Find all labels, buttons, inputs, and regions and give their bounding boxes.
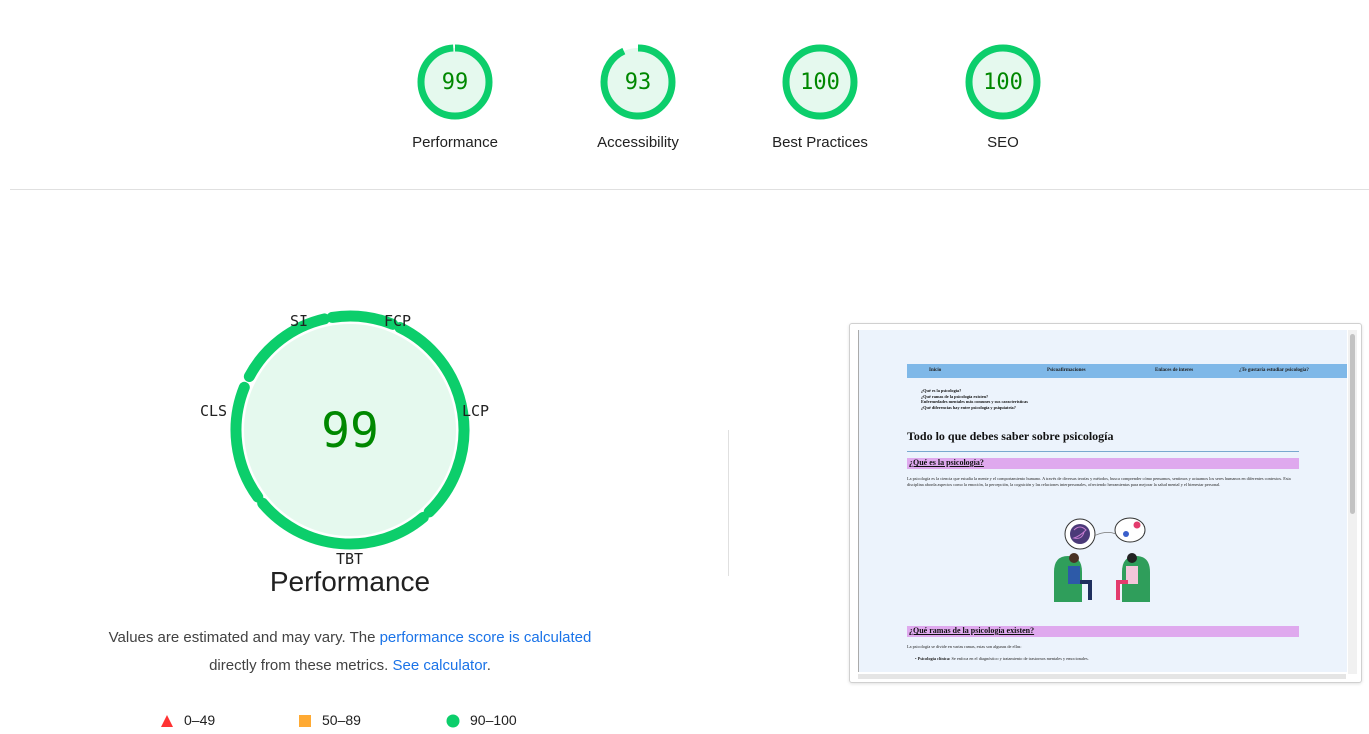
circle-icon: [446, 714, 460, 728]
legend-pass: 90–100: [446, 712, 517, 728]
heading-rule: [907, 451, 1299, 452]
legend-average: 50–89: [298, 712, 361, 728]
performance-gauge: 99 SI FCP LCP TBT CLS: [150, 300, 550, 600]
nav-item: ¿Te gustaría estudiar psicología?: [1239, 368, 1309, 373]
section-title: ¿Qué ramas de la psicología existen?: [909, 626, 1035, 635]
score-calculated-link[interactable]: performance score is calculated: [380, 629, 592, 646]
legend-fail: 0–49: [160, 712, 215, 728]
square-icon: [299, 715, 311, 728]
note-text: directly from these metrics.: [209, 657, 393, 674]
nav-item: Inicio: [929, 368, 942, 373]
score-ring: 93: [600, 44, 676, 120]
score-value: 100: [800, 70, 840, 95]
score-ring: 99: [417, 44, 493, 120]
toc-link: ¿Qué diferencias hay entre psicología y …: [921, 404, 1016, 410]
section-bar: ¿Qué es la psicología?: [907, 458, 1299, 469]
vertical-divider: [728, 430, 729, 576]
legend-range: 0–49: [184, 712, 216, 728]
bullet-term: Psicología clínica:: [917, 656, 951, 661]
score-value: 99: [442, 70, 469, 95]
gauge-seo[interactable]: 100 SEO: [923, 42, 1083, 151]
metric-label-cls: CLS: [200, 402, 228, 420]
gauge-label: Best Practices: [772, 134, 868, 151]
category-scores: 99 Performance 93 Accessibility 100 Best…: [0, 0, 1369, 190]
section-paragraph: La psicología se divide en varias ramas,…: [907, 644, 1022, 649]
horizontal-scrollbar[interactable]: [858, 674, 1346, 679]
nav-item: Psicoafirmaciones: [1047, 368, 1086, 373]
legend-range: 50–89: [322, 712, 361, 728]
metric-segments-ring: 99: [230, 310, 470, 550]
gauge-performance[interactable]: 99 Performance: [375, 42, 535, 151]
performance-score: 99: [321, 403, 379, 459]
screenshot-page: Inicio Psicoafirmaciones Enlaces de inte…: [858, 330, 1347, 672]
performance-note: Values are estimated and may vary. The p…: [40, 624, 660, 680]
note-text: .: [486, 657, 491, 674]
bullet-item: • Psicología clínica: Se enfoca en el di…: [915, 656, 1089, 661]
gauge-best-practices[interactable]: 100 Best Practices: [740, 42, 900, 151]
bullet-text: Se enfoca en el diagnóstico y tratamient…: [950, 656, 1089, 661]
metric-label-lcp: LCP: [462, 402, 490, 420]
gauge-accessibility[interactable]: 93 Accessibility: [558, 42, 718, 151]
performance-title: Performance: [269, 566, 431, 597]
see-calculator-link[interactable]: See calculator: [392, 657, 486, 674]
scrollbar-thumb[interactable]: [1350, 334, 1355, 514]
section-title: ¿Qué es la psicología?: [909, 458, 984, 467]
final-screenshot[interactable]: Inicio Psicoafirmaciones Enlaces de inte…: [849, 323, 1362, 683]
legend-range: 90–100: [470, 712, 517, 728]
section-bar: ¿Qué ramas de la psicología existen?: [907, 626, 1299, 637]
vertical-scrollbar[interactable]: [1348, 330, 1357, 674]
gauge-label: Accessibility: [597, 134, 679, 151]
note-text: Values are estimated and may vary. The: [108, 629, 380, 646]
score-value: 100: [983, 70, 1023, 95]
psychology-illustration: [1054, 517, 1150, 602]
toc-links: ¿Qué es la psicología? ¿Qué ramas de la …: [921, 388, 1028, 410]
site-nav-bar: Inicio Psicoafirmaciones Enlaces de inte…: [907, 364, 1347, 378]
metric-label-si: SI: [290, 312, 309, 330]
gauge-label: Performance: [412, 134, 498, 151]
site-heading: Todo lo que debes saber sobre psicología: [907, 429, 1114, 443]
nav-item: Enlaces de interes: [1155, 368, 1194, 373]
toc-link: Enfermedades mentales más comunes y sus …: [921, 399, 1028, 404]
metric-label-fcp: FCP: [384, 312, 412, 330]
section-paragraph: La psicología es la ciencia que estudia …: [907, 476, 1291, 487]
score-ring: 100: [782, 44, 858, 120]
section-divider: [10, 189, 1369, 190]
triangle-icon: [161, 715, 173, 728]
gauge-label: SEO: [987, 134, 1019, 151]
score-ring: 100: [965, 44, 1041, 120]
score-value: 93: [625, 70, 652, 95]
